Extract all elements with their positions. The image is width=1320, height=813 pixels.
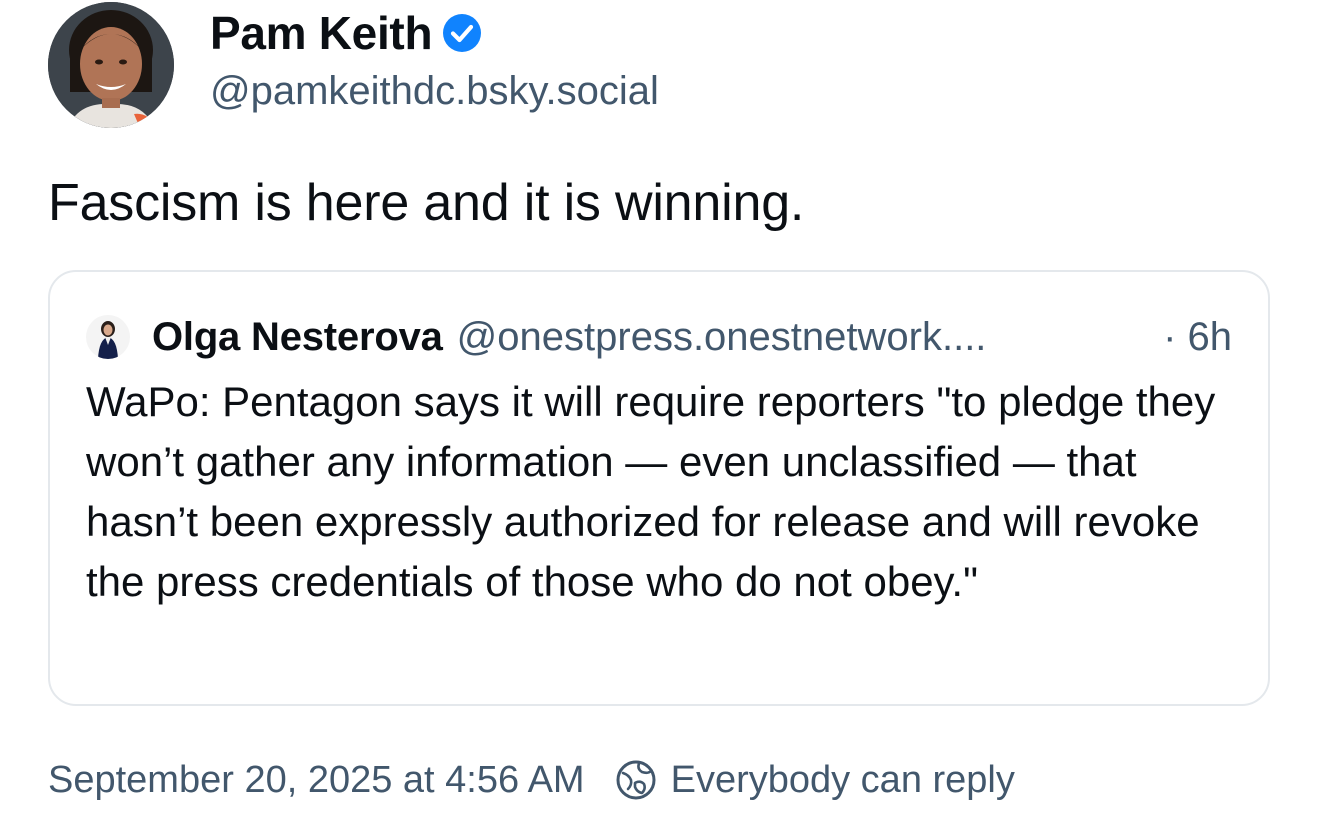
author-display-name[interactable]: Pam Keith [210,6,433,60]
author-avatar[interactable] [48,2,174,128]
verified-check-icon[interactable] [442,13,482,53]
author-handle[interactable]: @pamkeithdc.bsky.social [210,69,659,114]
post-meta: September 20, 2025 at 4:56 AM Everybody … [48,752,1015,808]
quote-timestamp[interactable]: · 6h [1163,315,1232,360]
post-text: Fascism is here and it is winning. [48,174,805,232]
quote-header: Olga Nesterova @onestpress.onestnetwork.… [86,312,1232,362]
post-timestamp: September 20, 2025 at 4:56 AM [48,758,585,801]
quote-text: WaPo: Pentagon says it will require repo… [86,378,1216,605]
reply-settings-icon [615,759,657,801]
reply-setting-text: Everybody can reply [670,758,1015,801]
post-thread-item: Pam Keith @pamkeithdc.bsky.social Fascis… [0,0,1320,813]
author-names: Pam Keith @pamkeithdc.bsky.social [210,3,659,114]
quote-author-avatar[interactable] [86,315,130,359]
post-author[interactable]: Pam Keith @pamkeithdc.bsky.social [48,2,659,128]
quote-post-card[interactable]: Olga Nesterova @onestpress.onestnetwork.… [48,270,1270,706]
display-name-line: Pam Keith [210,3,659,63]
author-avatar-image [48,2,174,128]
quote-author-handle[interactable]: @onestpress.onestnetwork.... [457,315,1151,360]
quote-author-name[interactable]: Olga Nesterova [152,315,443,360]
